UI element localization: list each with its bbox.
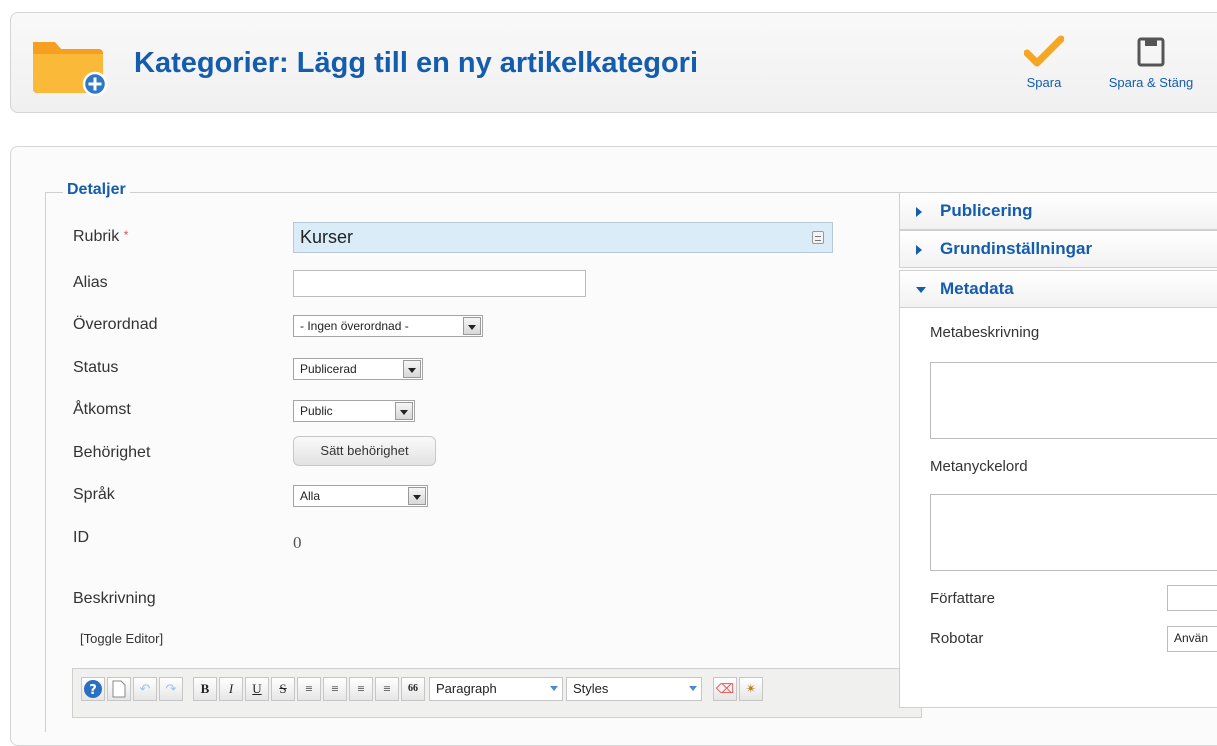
align-justify-icon[interactable]: ≡ xyxy=(297,677,321,701)
parent-select[interactable]: - Ingen överordnad - xyxy=(293,315,483,337)
undo-icon[interactable]: ↶ xyxy=(133,677,157,701)
meta-description-label: Metabeskrivning xyxy=(930,324,1040,341)
save-and-close-label: Spara & Stäng xyxy=(1108,75,1194,90)
description-label: Beskrivning xyxy=(73,590,156,607)
italic-button[interactable]: I xyxy=(219,677,243,701)
author-input[interactable] xyxy=(1167,585,1217,611)
alias-label: Alias xyxy=(73,274,108,291)
chevron-down-icon xyxy=(408,487,426,505)
basic-options-title: Grundinställningar xyxy=(940,239,1093,258)
robots-select[interactable]: Använ xyxy=(1167,626,1217,652)
language-select[interactable]: Alla xyxy=(293,485,428,507)
styles-select-value: Styles xyxy=(573,681,609,696)
caret-right-icon xyxy=(916,207,922,217)
publishing-title: Publicering xyxy=(940,201,1033,220)
caret-right-icon xyxy=(916,245,922,255)
svg-text:?: ? xyxy=(89,683,97,698)
title-label-text: Rubrik xyxy=(73,228,120,245)
align-left-icon[interactable]: ≡ xyxy=(349,677,373,701)
checkmark-icon xyxy=(1024,35,1064,67)
metadata-panel-header[interactable]: Metadata xyxy=(899,270,1217,308)
chevron-down-icon xyxy=(550,686,558,691)
save-and-close-button[interactable]: Spara & Stäng xyxy=(1096,35,1206,90)
chevron-down-icon xyxy=(689,686,697,691)
required-mark: * xyxy=(123,228,129,242)
basic-options-panel-header[interactable]: Grundinställningar xyxy=(899,230,1217,268)
align-right-icon[interactable]: ≡ xyxy=(375,677,399,701)
meta-keywords-label: Metanyckelord xyxy=(930,458,1028,475)
metadata-title: Metadata xyxy=(940,279,1014,298)
caret-down-icon xyxy=(916,287,926,293)
meta-description-textarea[interactable] xyxy=(930,362,1217,439)
metadata-panel-body: Metabeskrivning Metanyckelord Författare… xyxy=(899,308,1217,708)
details-legend: Detaljer xyxy=(63,181,130,199)
options-accordion: Publicering Grundinställningar Metadata … xyxy=(899,192,1217,712)
chevron-down-icon xyxy=(395,402,413,420)
input-helper-icon[interactable] xyxy=(812,231,824,244)
styles-select[interactable]: Styles xyxy=(566,677,702,701)
author-label: Författare xyxy=(930,590,996,607)
parent-label: Överordnad xyxy=(73,316,158,333)
strikethrough-button[interactable]: S xyxy=(271,677,295,701)
title-input-value: Kurser xyxy=(300,227,354,247)
add-folder-icon xyxy=(33,42,108,96)
align-center-icon[interactable]: ≡ xyxy=(323,677,347,701)
bold-button[interactable]: B xyxy=(193,677,217,701)
help-icon[interactable]: ? xyxy=(81,677,105,701)
permissions-label: Behörighet xyxy=(73,444,151,461)
set-permissions-button[interactable]: Sätt behörighet xyxy=(293,436,436,466)
language-label: Språk xyxy=(73,486,115,503)
format-select[interactable]: Paragraph xyxy=(429,677,563,701)
id-label: ID xyxy=(73,529,89,546)
floppy-disk-icon xyxy=(1137,37,1165,67)
toggle-editor-link[interactable]: [Toggle Editor] xyxy=(80,631,163,646)
format-select-value: Paragraph xyxy=(436,681,497,696)
cleanup-brush-icon[interactable]: ✴ xyxy=(739,677,763,701)
id-value: 0 xyxy=(293,533,302,552)
blockquote-button[interactable]: 66 xyxy=(401,677,425,701)
robots-label: Robotar xyxy=(930,630,984,647)
title-label: Rubrik * xyxy=(73,228,128,246)
title-input[interactable]: Kurser xyxy=(293,222,833,253)
chevron-down-icon xyxy=(403,360,421,378)
save-label: Spara xyxy=(1026,75,1062,90)
meta-keywords-textarea[interactable] xyxy=(930,494,1217,571)
alias-input[interactable] xyxy=(293,270,586,297)
language-select-value: Alla xyxy=(300,489,321,503)
status-label: Status xyxy=(73,359,119,376)
redo-icon[interactable]: ↷ xyxy=(159,677,183,701)
underline-button[interactable]: U xyxy=(245,677,269,701)
access-label: Åtkomst xyxy=(73,401,131,418)
chevron-down-icon xyxy=(463,317,481,335)
parent-select-value: - Ingen överordnad - xyxy=(300,319,409,333)
status-select-value: Publicerad xyxy=(300,362,357,376)
save-button[interactable]: Spara xyxy=(1021,35,1067,90)
eraser-icon[interactable]: ⌫ xyxy=(713,677,737,701)
access-select[interactable]: Public xyxy=(293,400,415,422)
status-select[interactable]: Publicerad xyxy=(293,358,423,380)
new-document-icon[interactable] xyxy=(107,677,131,701)
page-title: Kategorier: Lägg till en ny artikelkateg… xyxy=(134,47,699,79)
page-header: Kategorier: Lägg till en ny artikelkateg… xyxy=(10,12,1217,113)
publishing-panel-header[interactable]: Publicering xyxy=(899,192,1217,230)
access-select-value: Public xyxy=(300,404,333,418)
